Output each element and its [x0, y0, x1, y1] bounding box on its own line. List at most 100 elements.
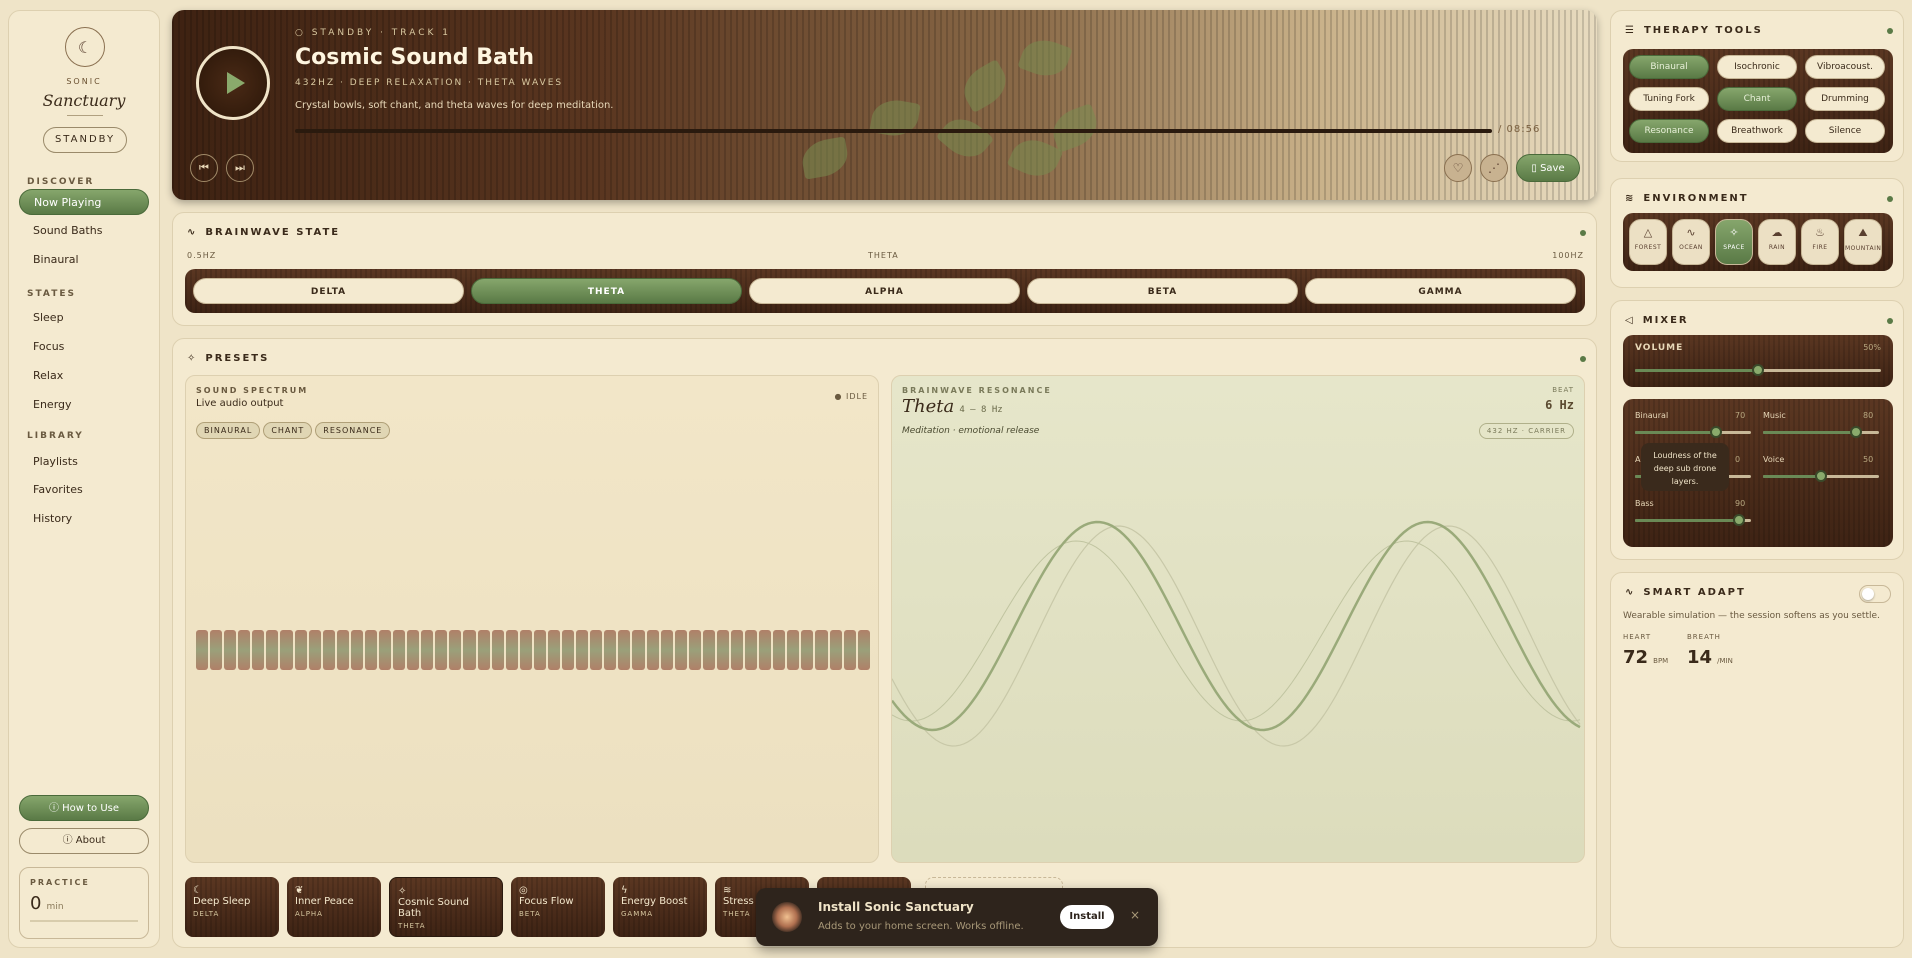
smart-header: ∿ SMART ADAPT — [1625, 587, 1746, 598]
progress-bar[interactable] — [295, 129, 1492, 133]
heart-value: 72 — [1623, 647, 1649, 668]
next-button[interactable]: ⏭ — [226, 154, 254, 182]
sparkle-icon: ✧ — [187, 353, 198, 364]
how-to-use-button[interactable]: ⓘ How to Use — [19, 795, 149, 821]
close-icon[interactable]: × — [1130, 908, 1140, 922]
state-theta-button[interactable]: THETA — [471, 278, 742, 304]
previous-button[interactable]: ⏮ — [190, 154, 218, 182]
nav-now-playing[interactable]: Now Playing — [19, 189, 149, 215]
nav-playlists[interactable]: Playlists — [19, 449, 149, 475]
spectrum-bar — [688, 630, 701, 670]
spectrum-bar — [435, 630, 448, 670]
channel-knob[interactable] — [1849, 426, 1862, 438]
state-gamma-button[interactable]: GAMMA — [1305, 278, 1576, 304]
save-button[interactable]: ▯ Save — [1516, 154, 1580, 182]
share-button[interactable]: ⋰ — [1480, 154, 1508, 182]
volume-slider[interactable] — [1635, 364, 1881, 376]
tool-silence[interactable]: Silence — [1805, 119, 1885, 143]
volume-value: 50% — [1863, 343, 1881, 352]
nav-history[interactable]: History — [19, 506, 149, 532]
breath-label: BREATH — [1687, 633, 1721, 641]
spectrum-bar — [322, 630, 335, 670]
how-to-label: How to Use — [62, 803, 120, 814]
preset-inner-peace[interactable]: ❦ Inner Peace ALPHA — [287, 877, 381, 937]
env-ocean[interactable]: ∿ OCEAN — [1672, 219, 1710, 265]
wave-icon: ∿ — [1686, 226, 1696, 239]
env-rain[interactable]: ☁ RAIN — [1758, 219, 1796, 265]
practice-card: PRACTICE 0 min — [19, 867, 149, 939]
tool-breathwork[interactable]: Breathwork — [1717, 119, 1797, 143]
spectrum-bar — [336, 630, 349, 670]
spectrum-bar — [407, 630, 420, 670]
nav-sleep[interactable]: Sleep — [19, 305, 149, 331]
about-button[interactable]: ⓘ About — [19, 828, 149, 854]
tools-grid: Binaural Isochronic Vibroacoust. Tuning … — [1623, 49, 1893, 153]
tool-binaural[interactable]: Binaural — [1629, 55, 1709, 79]
nav-binaural[interactable]: Binaural — [19, 247, 149, 273]
nav-focus[interactable]: Focus — [19, 334, 149, 360]
volume-label: VOLUME — [1635, 343, 1684, 353]
environment-header: ≋ ENVIRONMENT — [1625, 193, 1749, 204]
moon-icon: ☾ — [193, 885, 202, 896]
spectrum-bar — [815, 630, 828, 670]
track-title: Cosmic Sound Bath — [295, 45, 535, 70]
channel-knob[interactable] — [1733, 514, 1746, 526]
spectrum-bar — [646, 630, 659, 670]
environment-grid: △ FOREST ∿ OCEAN ✧ SPACE ☁ RAIN ♨ FIRE ⛰ MOUNT… — [1623, 213, 1893, 271]
tool-tuning-fork[interactable]: Tuning Fork — [1629, 87, 1709, 111]
track-time: / 08:56 — [1498, 124, 1541, 135]
mixer-title: MIXER — [1642, 315, 1689, 326]
env-space[interactable]: ✧ SPACE — [1715, 219, 1753, 265]
mountain-icon: ⛰ — [1858, 226, 1868, 239]
channel-knob[interactable] — [1710, 426, 1723, 438]
presets-panel: ✧ PRESETS SOUND SPECTRUM Live audio outpu… — [172, 338, 1597, 948]
spectrum-bar — [576, 630, 589, 670]
tag-binaural: BINAURAL — [196, 422, 261, 439]
play-button[interactable] — [196, 46, 270, 120]
install-title: Install Sonic Sanctuary — [818, 900, 974, 914]
volume-knob[interactable] — [1752, 364, 1764, 376]
spectrum-bar — [449, 630, 462, 670]
preset-deep-sleep[interactable]: ☾ Deep Sleep DELTA — [185, 877, 279, 937]
status-dot — [1580, 356, 1586, 362]
env-forest[interactable]: △ FOREST — [1629, 219, 1667, 265]
spectrum-bar — [843, 630, 856, 670]
state-delta-button[interactable]: DELTA — [193, 278, 464, 304]
nav-energy[interactable]: Energy — [19, 392, 149, 418]
channel-ambient-label: A — [1635, 455, 1641, 464]
install-button[interactable]: Install — [1060, 905, 1114, 929]
preset-cosmic-sound-bath[interactable]: ✧ Cosmic Sound Bath THETA — [389, 877, 503, 937]
nav-sound-baths[interactable]: Sound Baths — [19, 218, 149, 244]
channel-voice-slider[interactable] — [1763, 470, 1879, 482]
heart-icon: ♡ — [1452, 161, 1464, 175]
tool-vibroacoustic[interactable]: Vibroacoust. — [1805, 55, 1885, 79]
share-icon: ⋰ — [1488, 161, 1500, 175]
tool-drumming[interactable]: Drumming — [1805, 87, 1885, 111]
state-alpha-button[interactable]: ALPHA — [749, 278, 1020, 304]
spectrum-bar — [801, 630, 814, 670]
smart-adapt-toggle[interactable] — [1859, 585, 1891, 603]
env-mountain[interactable]: ⛰ MOUNTAIN — [1844, 219, 1882, 265]
channel-knob[interactable] — [1815, 470, 1827, 482]
preset-focus-flow[interactable]: ◎ Focus Flow BETA — [511, 877, 605, 937]
state-beta-button[interactable]: BETA — [1027, 278, 1298, 304]
channel-bass-slider[interactable] — [1635, 514, 1751, 526]
env-fire[interactable]: ♨ FIRE — [1801, 219, 1839, 265]
nav-favorites[interactable]: Favorites — [19, 477, 149, 503]
tool-chant[interactable]: Chant — [1717, 87, 1797, 111]
preset-wave: BETA — [519, 910, 541, 918]
spectrum-title: SOUND SPECTRUM — [196, 386, 309, 395]
favorite-button[interactable]: ♡ — [1444, 154, 1472, 182]
tag-chant: CHANT — [263, 422, 313, 439]
mixer-header: ◁ MIXER — [1625, 315, 1689, 326]
tool-isochronic[interactable]: Isochronic — [1717, 55, 1797, 79]
section-discover: DISCOVER — [27, 177, 95, 187]
channel-binaural-slider[interactable] — [1635, 426, 1751, 438]
resonance-state: Theta — [902, 396, 955, 417]
preset-energy-boost[interactable]: ϟ Energy Boost GAMMA — [613, 877, 707, 937]
presets-header: ✧ PRESETS — [187, 353, 269, 364]
nav-relax[interactable]: Relax — [19, 363, 149, 389]
spectrum-bar — [210, 630, 223, 670]
channel-music-slider[interactable] — [1763, 426, 1879, 438]
tool-resonance[interactable]: Resonance — [1629, 119, 1709, 143]
